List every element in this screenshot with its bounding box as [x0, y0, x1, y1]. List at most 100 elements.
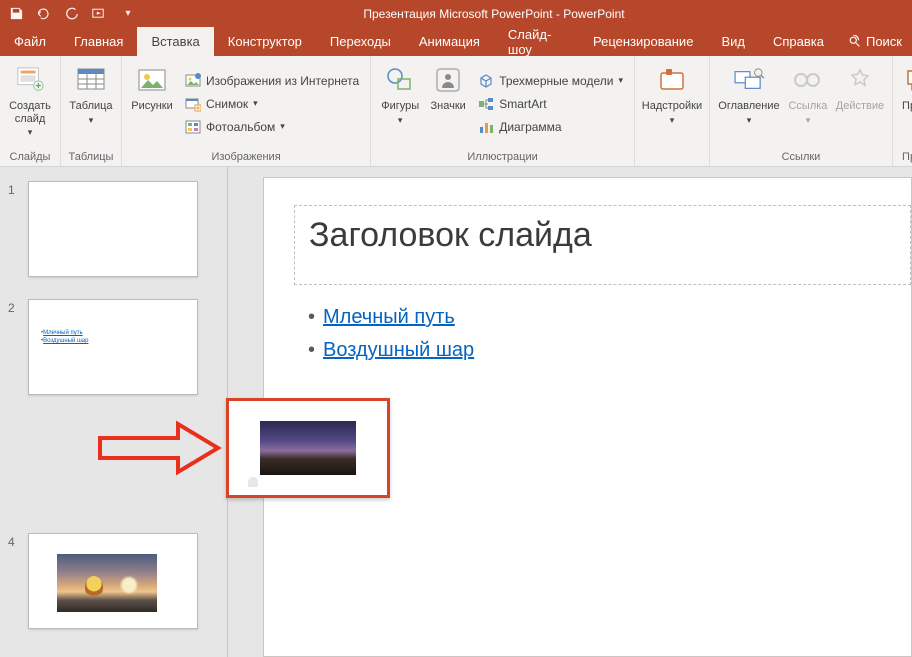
slide-title-placeholder[interactable]: Заголовок слайда — [294, 205, 911, 285]
group-label-addins — [639, 149, 705, 166]
dropdown-caret-icon: ▾ — [618, 75, 623, 86]
ribbon-tabs: Файл Главная Вставка Конструктор Переход… — [0, 27, 912, 56]
slide-number: 2 — [8, 299, 20, 315]
addins-button[interactable]: Надстройки ▾ — [639, 58, 705, 149]
hyperlink-1[interactable]: Млечный путь — [323, 306, 455, 329]
3d-models-label: Трехмерные модели — [499, 74, 613, 88]
comment-icon — [903, 64, 912, 96]
dropdown-caret-icon: ▾ — [670, 115, 675, 125]
comment-label: Приме — [902, 100, 912, 113]
chart-button[interactable]: Диаграмма — [475, 117, 626, 137]
tab-insert[interactable]: Вставка — [137, 27, 213, 56]
dropdown-caret-icon: ▾ — [253, 98, 258, 109]
thumbnail-row: 2 Млечный путь Воздушный шар — [0, 295, 227, 399]
slide-thumbnail-2[interactable]: Млечный путь Воздушный шар — [28, 299, 198, 395]
ribbon-group-links: Оглавление ▾ Ссылка ▾ Действие Ссылки — [710, 56, 893, 166]
group-label-slides: Слайды — [4, 149, 56, 166]
slide-number: 4 — [8, 533, 20, 549]
smartart-button[interactable]: SmartArt — [475, 94, 626, 114]
quick-access-toolbar: ▾ — [0, 6, 136, 22]
tab-review[interactable]: Рецензирование — [579, 27, 707, 56]
ribbon-group-addins: Надстройки ▾ — [635, 56, 710, 166]
photo-album-icon — [185, 119, 201, 135]
table-label: Таблица — [69, 100, 112, 113]
3d-models-icon — [478, 73, 494, 89]
online-pictures-button[interactable]: Изображения из Интернета — [182, 71, 362, 91]
comment-button[interactable]: Приме — [897, 58, 912, 149]
slide-thumbnail-4[interactable] — [28, 533, 198, 629]
new-slide-label: Создать слайд — [4, 100, 56, 125]
undo-icon[interactable] — [36, 6, 52, 22]
dropdown-caret-icon: ▾ — [89, 115, 94, 125]
smartart-icon — [478, 96, 494, 112]
icons-label: Значки — [431, 100, 466, 113]
ribbon-group-slides: Создать слайд ▾ Слайды — [0, 56, 61, 166]
action-icon — [844, 64, 876, 96]
group-label-links: Ссылки — [714, 149, 888, 166]
new-slide-button[interactable]: Создать слайд ▾ — [4, 58, 56, 149]
bullet-dot-icon: • — [308, 339, 315, 362]
dropdown-caret-icon: ▾ — [747, 115, 752, 125]
group-label-comments: Приме — [897, 149, 912, 166]
tab-view[interactable]: Вид — [707, 27, 759, 56]
dropdown-caret-icon: ▾ — [280, 121, 285, 132]
dragged-slide-thumbnail[interactable] — [226, 398, 390, 498]
action-button: Действие — [832, 58, 888, 149]
action-label: Действие — [836, 100, 884, 113]
pictures-icon — [136, 64, 168, 96]
slide-title-text: Заголовок слайда — [309, 216, 896, 255]
save-icon[interactable] — [8, 6, 24, 22]
new-slide-icon — [14, 64, 46, 96]
link-label: Ссылка — [788, 100, 827, 113]
screenshot-button[interactable]: Снимок ▾ — [182, 94, 362, 114]
bullet-dot-icon: • — [308, 306, 315, 329]
thumbnail-image-preview — [260, 421, 356, 475]
ribbon-group-illustrations: Фигуры ▾ Значки Трехмерные модели ▾ Smar… — [371, 56, 635, 166]
title-bar: ▾ Презентация Microsoft PowerPoint - Pow… — [0, 0, 912, 27]
ribbon: Создать слайд ▾ Слайды Таблица ▾ Таблицы — [0, 56, 912, 167]
table-icon — [75, 64, 107, 96]
tab-transitions[interactable]: Переходы — [316, 27, 405, 56]
group-label-illustrations: Иллюстрации — [375, 149, 630, 166]
zoom-summary-button[interactable]: Оглавление ▾ — [714, 58, 784, 149]
slide-number: 1 — [8, 181, 20, 197]
redo-icon[interactable] — [64, 6, 80, 22]
hyperlink-2[interactable]: Воздушный шар — [323, 339, 474, 362]
qat-customize-icon[interactable]: ▾ — [120, 6, 136, 22]
main-area: 1 2 Млечный путь Воздушный шар 4 Заголов… — [0, 167, 912, 657]
bullet-item: • Млечный путь — [308, 306, 474, 329]
tell-me-search[interactable]: Поиск — [838, 27, 912, 56]
dropdown-caret-icon: ▾ — [398, 115, 403, 125]
start-from-beginning-icon[interactable] — [92, 6, 108, 22]
chart-icon — [478, 119, 494, 135]
table-button[interactable]: Таблица ▾ — [65, 58, 117, 149]
group-label-tables: Таблицы — [65, 149, 117, 166]
chart-label: Диаграмма — [499, 120, 561, 134]
bullet-item: • Воздушный шар — [308, 339, 474, 362]
shapes-button[interactable]: Фигуры ▾ — [375, 58, 425, 149]
tab-help[interactable]: Справка — [759, 27, 838, 56]
slide-body-placeholder[interactable]: • Млечный путь • Воздушный шар — [308, 306, 474, 372]
screenshot-label: Снимок — [206, 97, 248, 111]
3d-models-button[interactable]: Трехмерные модели ▾ — [475, 71, 626, 91]
pictures-button[interactable]: Рисунки — [126, 58, 178, 149]
annotation-arrow-icon — [95, 420, 225, 476]
tab-home[interactable]: Главная — [60, 27, 137, 56]
photo-album-button[interactable]: Фотоальбом ▾ — [182, 117, 362, 137]
thumbnail-content-preview: Млечный путь Воздушный шар — [41, 330, 88, 346]
zoom-summary-icon — [733, 64, 765, 96]
group-label-images: Изображения — [126, 149, 366, 166]
addins-label: Надстройки — [642, 100, 702, 113]
ribbon-group-comments: Приме Приме — [893, 56, 912, 166]
window-title: Презентация Microsoft PowerPoint - Power… — [136, 7, 912, 21]
tab-slideshow[interactable]: Слайд-шоу — [494, 27, 579, 56]
icons-button[interactable]: Значки — [425, 58, 471, 149]
ribbon-group-tables: Таблица ▾ Таблицы — [61, 56, 122, 166]
tab-file[interactable]: Файл — [0, 27, 60, 56]
slide-thumbnail-1[interactable] — [28, 181, 198, 277]
online-pictures-label: Изображения из Интернета — [206, 74, 359, 88]
zoom-summary-label: Оглавление — [718, 100, 779, 113]
online-pictures-icon — [185, 73, 201, 89]
tab-animations[interactable]: Анимация — [405, 27, 494, 56]
tab-design[interactable]: Конструктор — [214, 27, 316, 56]
